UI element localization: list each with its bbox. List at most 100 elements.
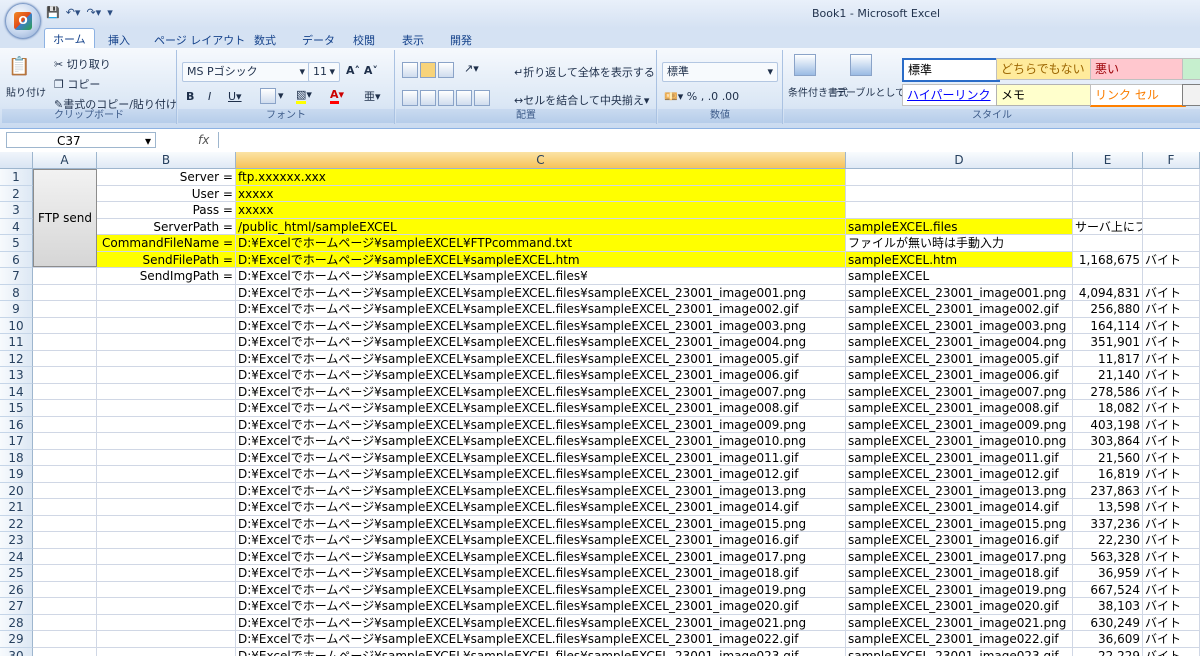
column-header-d[interactable]: D xyxy=(846,152,1073,169)
cell-e[interactable]: 256,880 xyxy=(1073,301,1143,318)
cell-f[interactable]: バイト xyxy=(1143,350,1200,367)
cell-e[interactable]: 303,864 xyxy=(1073,433,1143,450)
formula-input[interactable] xyxy=(218,132,1200,148)
cell-f[interactable]: バイト xyxy=(1143,631,1200,648)
cell-a[interactable] xyxy=(33,334,97,351)
cell-b[interactable] xyxy=(97,565,236,582)
cell-a[interactable] xyxy=(33,284,97,301)
cell-d[interactable]: sampleEXCEL_23001_image012.gif xyxy=(846,466,1073,483)
cell-f[interactable]: バイト xyxy=(1143,449,1200,466)
copy-button[interactable]: ❐ コピー xyxy=(54,76,100,92)
vertical-align-buttons[interactable] xyxy=(402,62,456,78)
cell-b[interactable] xyxy=(97,631,236,648)
cell-d[interactable]: sampleEXCEL_23001_image003.png xyxy=(846,317,1073,334)
cell-d[interactable]: sampleEXCEL_23001_image022.gif xyxy=(846,631,1073,648)
cell-a[interactable] xyxy=(33,268,97,285)
cell-c[interactable]: D:¥Excelでホームページ¥sampleEXCEL¥sampleEXCEL.… xyxy=(236,334,846,351)
row-header[interactable]: 14 xyxy=(0,383,33,400)
column-header-e[interactable]: E xyxy=(1073,152,1143,169)
row-header[interactable]: 10 xyxy=(0,317,33,334)
office-button[interactable]: O xyxy=(5,3,41,39)
cell-f[interactable]: バイト xyxy=(1143,548,1200,565)
row-header[interactable]: 22 xyxy=(0,515,33,532)
row-header[interactable]: 13 xyxy=(0,367,33,384)
cell-c[interactable]: D:¥Excelでホームページ¥sampleEXCEL¥sampleEXCEL.… xyxy=(236,433,846,450)
tab-developer[interactable]: 開発 xyxy=(442,30,480,50)
cell-d[interactable]: sampleEXCEL_23001_image013.png xyxy=(846,482,1073,499)
row-header[interactable]: 16 xyxy=(0,416,33,433)
row-header[interactable]: 6 xyxy=(0,251,33,268)
tab-home[interactable]: ホーム xyxy=(44,28,95,50)
cell-c[interactable]: D:¥Excelでホームページ¥sampleEXCEL¥sampleEXCEL.… xyxy=(236,565,846,582)
cell-b[interactable] xyxy=(97,350,236,367)
row-header[interactable]: 4 xyxy=(0,218,33,235)
cell-c[interactable]: D:¥Excelでホームページ¥sampleEXCEL¥FTPcommand.t… xyxy=(236,235,846,252)
style-calc-partial[interactable] xyxy=(1182,84,1200,106)
cell-d[interactable]: sampleEXCEL_23001_image001.png xyxy=(846,284,1073,301)
cell-e[interactable] xyxy=(1073,202,1143,219)
cell-d[interactable]: sampleEXCEL_23001_image023.gif xyxy=(846,647,1073,656)
merge-center-button[interactable]: ↔セルを結合して中央揃え▾ xyxy=(514,92,649,108)
font-size-select[interactable]: 11 ▾ xyxy=(308,62,340,82)
cell-c[interactable]: D:¥Excelでホームページ¥sampleEXCEL¥sampleEXCEL.… xyxy=(236,581,846,598)
customize-qat-icon[interactable]: ▾ xyxy=(107,6,113,19)
cell-f[interactable]: バイト xyxy=(1143,433,1200,450)
cell-f[interactable] xyxy=(1143,218,1200,235)
row-header[interactable]: 19 xyxy=(0,466,33,483)
cell-f[interactable]: バイト xyxy=(1143,301,1200,318)
row-header[interactable]: 2 xyxy=(0,185,33,202)
cell-b[interactable] xyxy=(97,416,236,433)
cell-b[interactable] xyxy=(97,482,236,499)
style-neutral[interactable]: どちらでもない xyxy=(996,58,1092,80)
cell-b[interactable] xyxy=(97,301,236,318)
table-format-icon[interactable] xyxy=(850,54,874,76)
style-bad[interactable]: 悪い xyxy=(1090,58,1186,80)
cell-b[interactable] xyxy=(97,449,236,466)
row-header[interactable]: 27 xyxy=(0,598,33,615)
cell-e[interactable]: 16,819 xyxy=(1073,466,1143,483)
cell-b[interactable] xyxy=(97,400,236,417)
cell-d[interactable]: sampleEXCEL xyxy=(846,268,1073,285)
cell-c[interactable]: D:¥Excelでホームページ¥sampleEXCEL¥sampleEXCEL.… xyxy=(236,598,846,615)
cell-e[interactable]: 21,560 xyxy=(1073,449,1143,466)
cell-b[interactable]: SendImgPath = xyxy=(97,268,236,285)
cell-e[interactable]: 237,863 xyxy=(1073,482,1143,499)
cell-d[interactable]: sampleEXCEL_23001_image020.gif xyxy=(846,598,1073,615)
cell-e[interactable]: 337,236 xyxy=(1073,515,1143,532)
number-format-select[interactable]: 標準 ▾ xyxy=(662,62,778,82)
cell-f[interactable]: バイト xyxy=(1143,367,1200,384)
cell-a[interactable] xyxy=(33,400,97,417)
cell-d[interactable]: sampleEXCEL_23001_image010.png xyxy=(846,433,1073,450)
cell-d[interactable]: sampleEXCEL_23001_image008.gif xyxy=(846,400,1073,417)
cell-c[interactable]: D:¥Excelでホームページ¥sampleEXCEL¥sampleEXCEL.… xyxy=(236,631,846,648)
cell-b[interactable]: Server = xyxy=(97,169,236,186)
cell-d[interactable] xyxy=(846,185,1073,202)
cell-b[interactable]: SendFilePath = xyxy=(97,251,236,268)
cell-a[interactable] xyxy=(33,482,97,499)
cell-a[interactable] xyxy=(33,565,97,582)
cell-b[interactable] xyxy=(97,334,236,351)
tab-view[interactable]: 表示 xyxy=(394,30,432,50)
cell-a[interactable] xyxy=(33,631,97,648)
cell-b[interactable] xyxy=(97,367,236,384)
cell-d[interactable]: sampleEXCEL_23001_image014.gif xyxy=(846,499,1073,516)
cell-e[interactable]: 18,082 xyxy=(1073,400,1143,417)
paste-button[interactable]: 貼り付け xyxy=(6,84,46,99)
cell-e[interactable]: 164,114 xyxy=(1073,317,1143,334)
cell-d[interactable]: sampleEXCEL_23001_image009.png xyxy=(846,416,1073,433)
cell-b[interactable] xyxy=(97,466,236,483)
cell-c[interactable]: xxxxx xyxy=(236,202,846,219)
cell-e[interactable] xyxy=(1073,268,1143,285)
cell-e[interactable]: 403,198 xyxy=(1073,416,1143,433)
row-header[interactable]: 24 xyxy=(0,548,33,565)
cell-f[interactable]: バイト xyxy=(1143,647,1200,656)
style-note[interactable]: メモ xyxy=(996,84,1092,106)
row-header[interactable]: 15 xyxy=(0,400,33,417)
tab-data[interactable]: データ xyxy=(294,30,343,50)
cell-c[interactable]: D:¥Excelでホームページ¥sampleEXCEL¥sampleEXCEL.… xyxy=(236,251,846,268)
cell-b[interactable] xyxy=(97,598,236,615)
cell-c[interactable]: D:¥Excelでホームページ¥sampleEXCEL¥sampleEXCEL.… xyxy=(236,647,846,656)
row-header[interactable]: 17 xyxy=(0,433,33,450)
cell-c[interactable]: D:¥Excelでホームページ¥sampleEXCEL¥sampleEXCEL.… xyxy=(236,482,846,499)
orientation-button[interactable]: ↗▾ xyxy=(464,62,479,75)
